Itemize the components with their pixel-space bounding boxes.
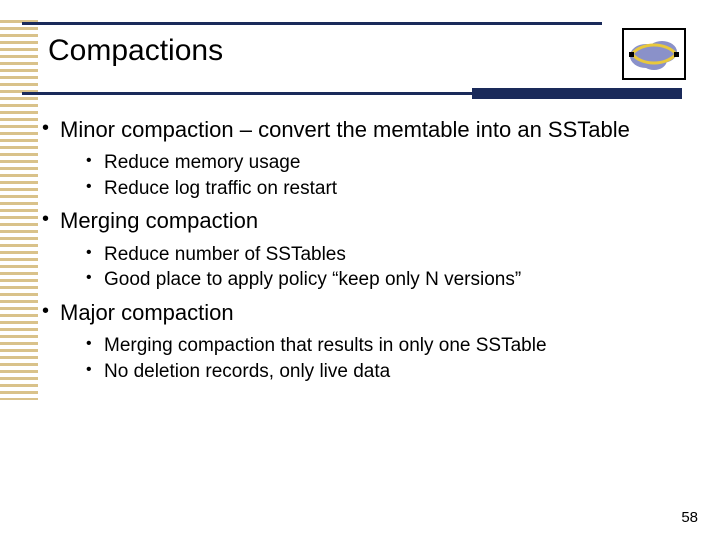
rule-top xyxy=(22,22,602,25)
bullet-text: Merging compaction xyxy=(60,208,258,233)
page-number: 58 xyxy=(681,509,698,526)
slide-body: Minor compaction – convert the memtable … xyxy=(38,116,688,390)
bullet-text: Minor compaction – convert the memtable … xyxy=(60,117,630,142)
bigtable-logo-icon xyxy=(622,28,686,80)
slide-title: Compactions xyxy=(48,34,229,68)
rule-under-title xyxy=(22,85,682,101)
sub-bullet: Reduce number of SSTables xyxy=(60,242,688,268)
bullet-merging-compaction: Merging compaction Reduce number of SSTa… xyxy=(38,207,688,292)
sub-bullet: Reduce memory usage xyxy=(60,150,688,176)
bullet-minor-compaction: Minor compaction – convert the memtable … xyxy=(38,116,688,201)
comb-binding-decoration xyxy=(0,20,38,400)
sub-bullet: Merging compaction that results in only … xyxy=(60,333,688,359)
sub-bullet: Good place to apply policy “keep only N … xyxy=(60,267,688,293)
bullet-text: Major compaction xyxy=(60,300,234,325)
sub-bullet: No deletion records, only live data xyxy=(60,359,688,385)
bullet-major-compaction: Major compaction Merging compaction that… xyxy=(38,299,688,384)
sub-bullet: Reduce log traffic on restart xyxy=(60,176,688,202)
